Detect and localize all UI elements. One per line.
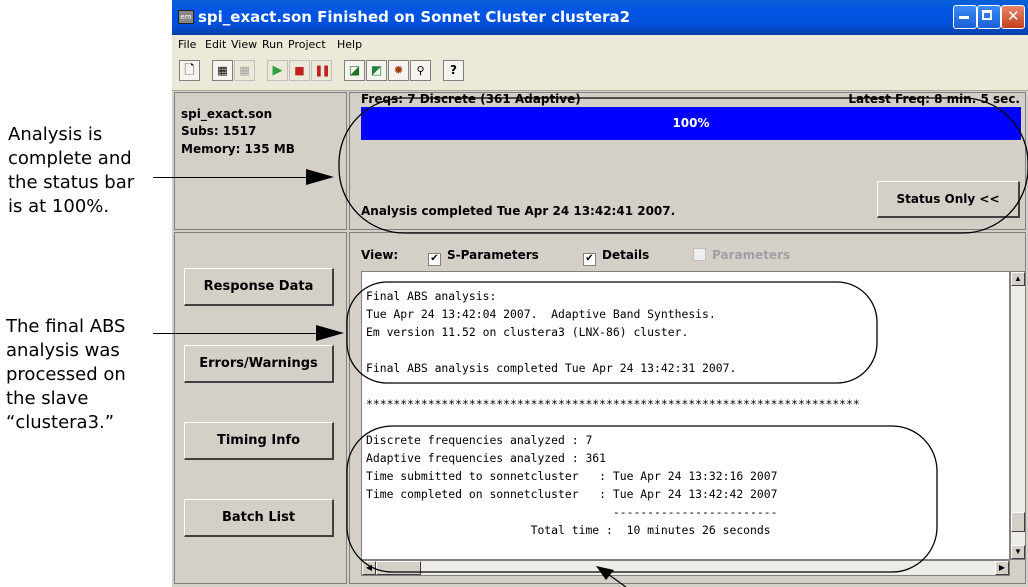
callout-ellipse-status [338,97,1028,234]
callout-ellipse-final-abs [346,281,878,384]
callout-ellipse-timing [346,425,938,573]
callout-overlay [338,97,1028,587]
callout-arrow-icon [596,566,614,580]
